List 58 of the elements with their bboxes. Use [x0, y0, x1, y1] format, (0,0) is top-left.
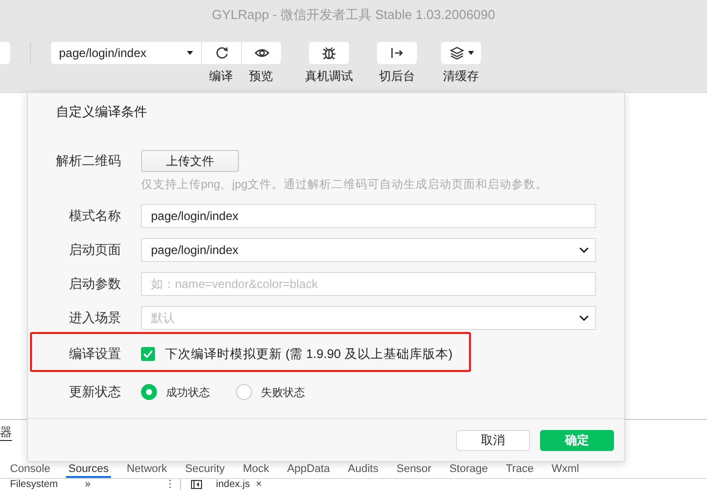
preview-button[interactable]	[241, 42, 281, 64]
select-field[interactable]: page/login/index	[141, 238, 596, 262]
field-label: 模式名称	[68, 207, 121, 225]
radio-button[interactable]	[141, 384, 157, 400]
toolbar-label: 预览	[249, 68, 273, 85]
radio-option[interactable]: 失败状态	[236, 384, 305, 400]
sidebar-tab[interactable]: Filesystem	[10, 479, 85, 490]
field-label: 启动页面	[68, 241, 121, 259]
devtools-tab[interactable]: Network	[124, 462, 170, 478]
chevron-icon	[579, 315, 589, 321]
window-title: GYLRapp - 微信开发者工具 Stable 1.03.2006090	[212, 6, 496, 24]
debug-button[interactable]	[309, 42, 349, 64]
cancel-button[interactable]: 取消	[456, 430, 530, 450]
devtools-tab[interactable]: Audits	[346, 462, 380, 478]
arrow-bar-icon	[389, 45, 405, 61]
close-button[interactable]: ×	[256, 479, 262, 490]
input-field[interactable]: 如：name=vendor&color=black	[141, 272, 596, 296]
devtools-tab[interactable]: Security	[183, 462, 227, 478]
field-label: 解析二维码	[55, 152, 121, 170]
caret-icon	[468, 51, 474, 55]
devtools-tab[interactable]: Mock	[240, 462, 272, 478]
background-button[interactable]	[377, 42, 417, 64]
toolbar-label: 编译	[209, 68, 233, 85]
cache-button[interactable]	[441, 42, 481, 64]
devtools-tab[interactable]: Wxml	[550, 462, 582, 478]
hint-text: 仅支持上传png、jpg文件。通过解析二维码可自动生成启动页面和启动参数。	[141, 178, 549, 192]
devtools-tab[interactable]: AppData	[285, 462, 332, 478]
menu-button[interactable]: ⋮	[165, 479, 180, 490]
checkbox[interactable]	[141, 347, 155, 361]
field-label: 进入场景	[68, 309, 121, 327]
chevron-icon	[579, 247, 589, 253]
toolbar-label: 切后台	[379, 68, 415, 85]
field-label: 启动参数	[68, 275, 121, 293]
layers-icon	[448, 45, 464, 61]
caret-icon	[187, 51, 193, 55]
compile-button[interactable]	[201, 42, 241, 64]
devtools-tab[interactable]: Console	[8, 462, 52, 478]
toolbar-label: 清缓存	[443, 68, 479, 85]
refresh-icon	[214, 45, 230, 61]
field-label: 编译设置	[68, 345, 121, 363]
sidebar-toggle-icon[interactable]	[191, 480, 202, 489]
devtools-tab[interactable]: Storage	[447, 462, 490, 478]
field-label: 更新状态	[68, 383, 121, 401]
devtools-tab[interactable]: Trace	[504, 462, 536, 478]
panel-tab[interactable]: 器	[0, 420, 12, 441]
radio-option[interactable]: 成功状态	[141, 384, 210, 400]
toolbar-field[interactable]	[0, 42, 10, 64]
toolbar-label: 真机调试	[305, 68, 353, 85]
page-select[interactable]: page/login/index	[51, 42, 201, 64]
dialog-title: 自定义编译条件	[55, 103, 148, 121]
bug-icon	[321, 45, 337, 61]
upload-button[interactable]: 上传文件	[141, 150, 239, 172]
file-tab[interactable]: index.js	[216, 479, 250, 490]
devtools-tab[interactable]: Sensor	[394, 462, 434, 478]
radio-button[interactable]	[236, 384, 252, 400]
input-field[interactable]: page/login/index	[141, 204, 596, 228]
more-tabs-button[interactable]: »	[85, 479, 165, 490]
checkbox-label: 下次编译时模拟更新 (需 1.9.90 及以上基础库版本)	[165, 346, 452, 362]
